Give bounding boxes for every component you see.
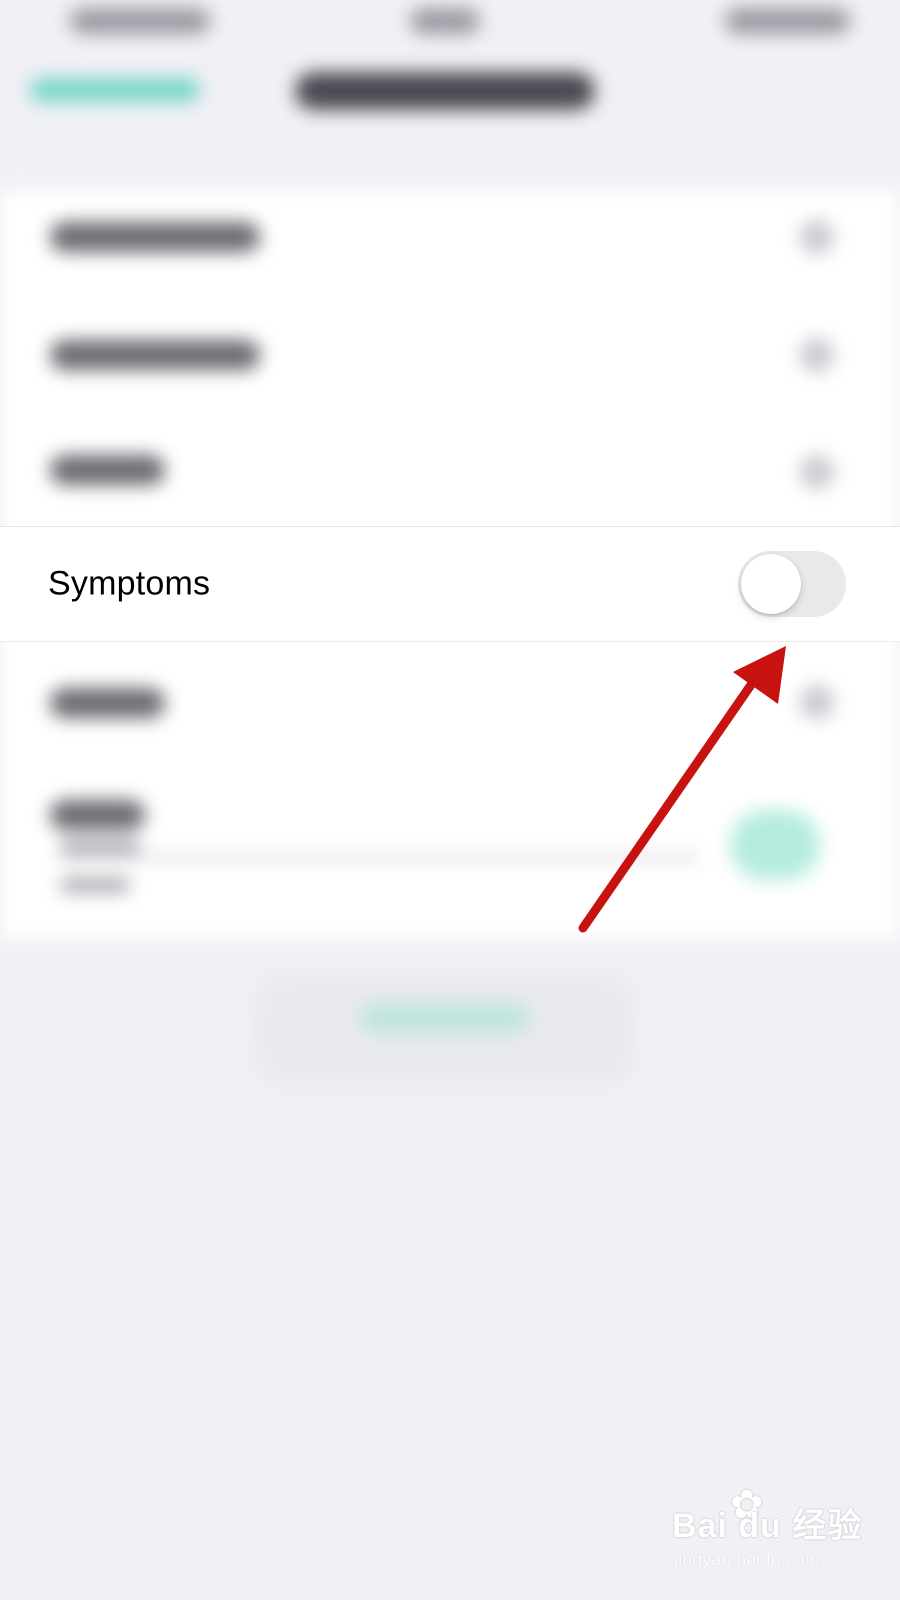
annotation-arrow-shaft bbox=[578, 661, 769, 933]
baidu-jingyan-watermark: ✿ Bai du 经验 jingyan.baidu.com bbox=[672, 1483, 872, 1583]
watermark-url: jingyan.baidu.com bbox=[674, 1550, 820, 1569]
watermark-logo-text: Bai du 经验 bbox=[672, 1507, 863, 1545]
annotation-arrow-icon bbox=[578, 646, 786, 933]
